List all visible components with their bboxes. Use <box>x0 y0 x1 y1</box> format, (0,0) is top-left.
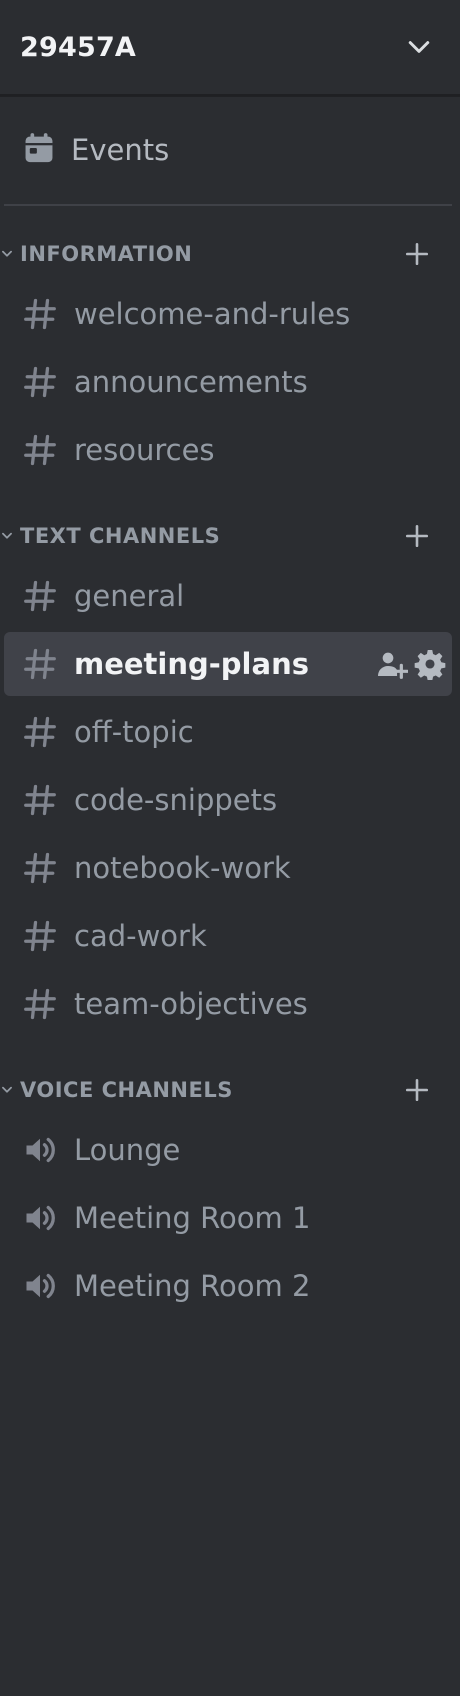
channel-cad-work[interactable]: cad-work <box>4 904 452 968</box>
channel-label: Meeting Room 1 <box>74 1201 311 1235</box>
category-label: TEXT CHANNELS <box>20 524 221 548</box>
gear-icon[interactable] <box>414 648 446 680</box>
chevron-down-icon[interactable] <box>404 32 434 62</box>
server-name: 29457A <box>20 31 137 63</box>
chevron-down-icon <box>2 250 12 257</box>
hashtag-icon <box>24 580 56 612</box>
hashtag-icon <box>24 434 56 466</box>
voice-channel-meeting-room-1[interactable]: Meeting Room 1 <box>4 1186 452 1250</box>
channel-label: code-snippets <box>74 783 278 817</box>
speaker-icon <box>26 1205 55 1231</box>
voice-channel-lounge[interactable]: Lounge <box>4 1118 452 1182</box>
events-label: Events <box>71 133 170 167</box>
channel-sidebar: 29457A Events INFORMATION welcome-and-ru… <box>0 0 460 1696</box>
channel-label: announcements <box>74 365 308 399</box>
channel-label: resources <box>74 433 215 467</box>
add-channel-icon[interactable] <box>404 241 430 267</box>
invite-member-icon[interactable] <box>376 648 408 680</box>
hashtag-icon <box>24 784 56 816</box>
category-label: VOICE CHANNELS <box>20 1078 233 1102</box>
chevron-down-icon <box>2 532 12 539</box>
channel-announcements[interactable]: announcements <box>4 350 452 414</box>
hashtag-icon <box>24 648 56 680</box>
category-text-channels[interactable]: TEXT CHANNELS <box>0 512 460 560</box>
channel-welcome-and-rules[interactable]: welcome-and-rules <box>4 282 452 346</box>
hashtag-icon <box>24 852 56 884</box>
channel-label: Meeting Room 2 <box>74 1269 311 1303</box>
speaker-icon <box>26 1137 55 1163</box>
channel-label: welcome-and-rules <box>74 297 351 331</box>
add-channel-icon[interactable] <box>404 523 430 549</box>
channel-notebook-work[interactable]: notebook-work <box>4 836 452 900</box>
channel-label: meeting-plans <box>74 647 309 681</box>
server-header[interactable]: 29457A <box>0 0 460 96</box>
calendar-icon <box>22 131 56 169</box>
hashtag-icon <box>24 716 56 748</box>
channel-label: team-objectives <box>74 987 308 1021</box>
hashtag-icon <box>24 988 56 1020</box>
divider <box>4 204 452 206</box>
hashtag-icon <box>24 920 56 952</box>
channel-meeting-plans[interactable]: meeting-plans <box>4 632 452 696</box>
events-item[interactable]: Events <box>0 112 460 188</box>
hashtag-icon <box>24 366 56 398</box>
channel-label: Lounge <box>74 1133 181 1167</box>
channel-label: notebook-work <box>74 851 291 885</box>
category-label: INFORMATION <box>20 242 193 266</box>
chevron-down-icon <box>2 1086 12 1093</box>
category-information[interactable]: INFORMATION <box>0 230 460 278</box>
speaker-icon <box>26 1273 55 1299</box>
channel-label: off-topic <box>74 715 194 749</box>
add-channel-icon[interactable] <box>404 1077 430 1103</box>
channel-label: general <box>74 579 185 613</box>
channel-general[interactable]: general <box>4 564 452 628</box>
voice-channel-meeting-room-2[interactable]: Meeting Room 2 <box>4 1254 452 1318</box>
hashtag-icon <box>24 298 56 330</box>
channel-team-objectives[interactable]: team-objectives <box>4 972 452 1036</box>
category-voice-channels[interactable]: VOICE CHANNELS <box>0 1066 460 1114</box>
channel-resources[interactable]: resources <box>4 418 452 482</box>
channel-label: cad-work <box>74 919 207 953</box>
channel-actions <box>376 648 446 680</box>
channel-code-snippets[interactable]: code-snippets <box>4 768 452 832</box>
channel-off-topic[interactable]: off-topic <box>4 700 452 764</box>
